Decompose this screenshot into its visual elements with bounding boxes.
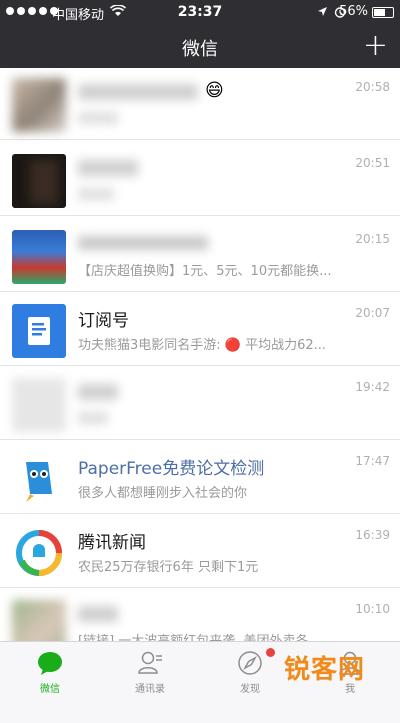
- smile-emoji-icon: 😄: [205, 80, 224, 101]
- chat-name: PaperFree免费论文检测: [78, 459, 265, 479]
- add-button[interactable]: +: [363, 31, 388, 61]
- avatar: [12, 78, 66, 132]
- chat-bubble-icon: [38, 652, 62, 675]
- location-arrow-icon: [318, 7, 327, 16]
- chat-time: 16:39: [355, 528, 390, 542]
- chat-item[interactable]: PaperFree免费论文检测 很多人都想睡刚步入社会的你 17:47: [0, 442, 400, 514]
- chat-time: 20:51: [355, 156, 390, 170]
- chat-item[interactable]: 😄 20:58: [0, 68, 400, 140]
- chat-time: 17:47: [355, 454, 390, 468]
- chat-item[interactable]: 【店庆超值换购】1元、5元、10元都能换... 20:15: [0, 220, 400, 292]
- chat-preview-redacted: [78, 412, 108, 424]
- chat-item[interactable]: 腾讯新闻 农民25万存银行6年 只剩下1元 16:39: [0, 516, 400, 588]
- avatar: [12, 154, 66, 208]
- site-watermark: 锐客网: [276, 647, 396, 687]
- chat-name-redacted: [78, 384, 118, 400]
- tab-label: 通讯录: [135, 684, 165, 695]
- chat-preview: 农民25万存银行6年 只剩下1元: [78, 560, 259, 575]
- page-title: 微信: [182, 39, 218, 60]
- chat-name-redacted: [78, 160, 138, 176]
- chat-time: 20:58: [355, 80, 390, 94]
- tab-contacts[interactable]: 通讯录: [100, 642, 200, 723]
- tab-label: 微信: [40, 684, 60, 695]
- chat-item[interactable]: [链接] 一大波高额红包来袭, 美团外卖冬... 10:10: [0, 590, 400, 641]
- chat-preview: 功夫熊猫3电影同名手游: 🔴 平均战力62...: [78, 338, 327, 353]
- chat-name-redacted: [78, 606, 118, 622]
- tab-chats[interactable]: 微信: [0, 642, 100, 723]
- chat-time: 20:07: [355, 306, 390, 320]
- chat-name: 订阅号: [78, 311, 129, 331]
- paperfree-logo-icon: [12, 452, 66, 506]
- chat-preview: 很多人都想睡刚步入社会的你: [78, 486, 248, 501]
- notification-dot-icon: [266, 648, 275, 657]
- compass-icon: [238, 651, 262, 675]
- battery-icon: [372, 7, 394, 18]
- subscription-icon: [12, 304, 66, 358]
- chat-name: 腾讯新闻: [78, 533, 146, 553]
- chat-preview-redacted: [78, 188, 114, 200]
- chat-name-redacted: [78, 236, 208, 250]
- nav-bar: 微信 +: [0, 26, 400, 68]
- avatar: [12, 230, 66, 284]
- watermark-text: 锐客网: [284, 655, 366, 685]
- contacts-icon: [138, 651, 162, 674]
- battery-percent: 56%: [339, 4, 368, 19]
- status-bar: 中国移动 23:37 56%: [0, 0, 400, 26]
- avatar: [12, 378, 66, 432]
- avatar: [12, 600, 66, 641]
- chat-preview: 【店庆超值换购】1元、5元、10元都能换...: [78, 264, 332, 279]
- chat-list[interactable]: 😄 20:58 20:51 【店庆超值换购】1元、5元、10元都能换... 20…: [0, 68, 400, 641]
- chat-item[interactable]: 订阅号 功夫熊猫3电影同名手游: 🔴 平均战力62... 20:07: [0, 294, 400, 366]
- tencent-news-logo-icon: [12, 526, 66, 580]
- chat-item[interactable]: 20:51: [0, 144, 400, 216]
- chat-name-redacted: [78, 84, 198, 100]
- chat-preview: [链接] 一大波高额红包来袭, 美团外卖冬...: [78, 630, 378, 641]
- chat-preview-redacted: [78, 112, 118, 124]
- chat-item[interactable]: 19:42: [0, 368, 400, 440]
- chat-time: 10:10: [355, 602, 390, 616]
- chat-time: 19:42: [355, 380, 390, 394]
- chat-time: 20:15: [355, 232, 390, 246]
